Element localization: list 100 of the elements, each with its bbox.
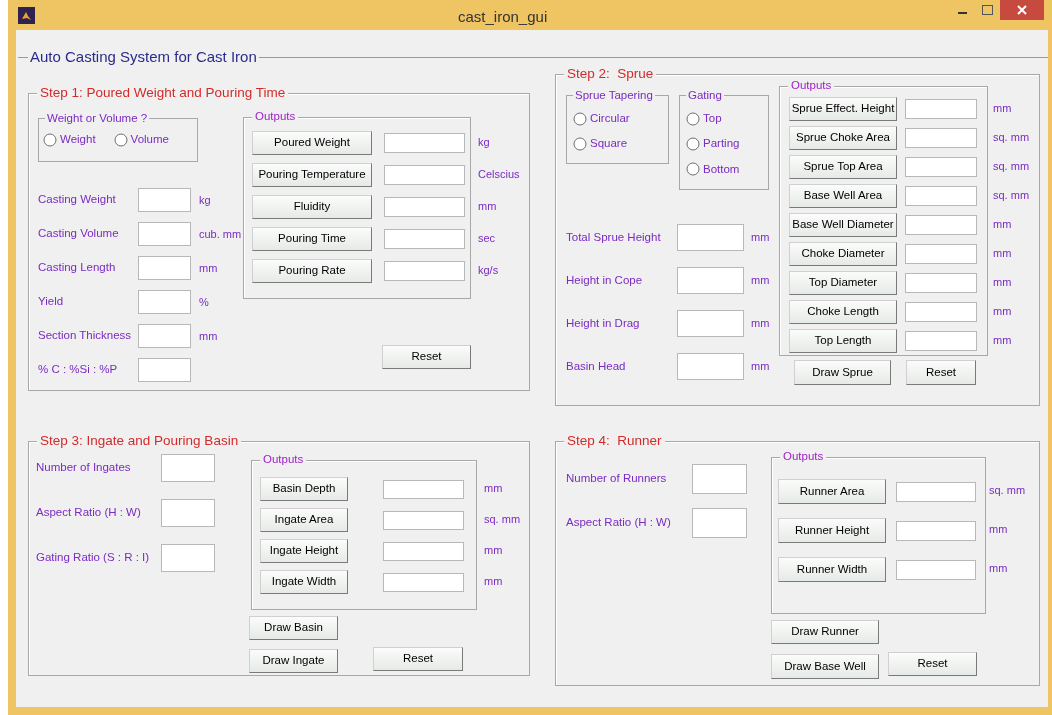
radio-icon[interactable] [573,111,587,126]
input-field[interactable] [161,544,215,572]
input-field[interactable] [677,353,744,380]
radio-option[interactable]: Bottom [686,160,768,178]
output-field[interactable] [905,244,977,264]
input-field[interactable] [138,222,191,246]
unit-label: sq. mm [993,158,1030,174]
input-field[interactable] [138,188,191,212]
push-button[interactable]: Draw Ingate [249,649,338,673]
unit-label: mm [989,522,1008,538]
output-field[interactable] [383,572,464,592]
radio-icon[interactable] [686,136,700,151]
output-field[interactable] [384,229,465,249]
output-field[interactable] [384,133,465,153]
field-label: % C : %Si : %P [38,362,119,378]
unit-label: mm [478,198,497,214]
push-button[interactable]: Ingate Height [260,539,348,563]
input-field[interactable] [138,324,191,348]
output-field[interactable] [905,186,977,206]
push-button[interactable]: Pouring Rate [252,259,372,283]
radio-icon[interactable] [43,132,57,147]
radio-icon[interactable] [573,136,587,151]
push-button[interactable]: Reset [382,345,471,369]
push-button[interactable]: Reset [373,647,463,671]
output-field[interactable] [383,510,464,530]
input-field[interactable] [677,224,744,251]
output-field[interactable] [905,99,977,119]
radio-option[interactable]: Weight [43,131,96,149]
unit-label: cub. mm [199,226,242,242]
push-button[interactable]: Pouring Temperature [252,163,372,187]
push-button[interactable]: Reset [888,652,977,676]
push-button[interactable]: Draw Basin [249,616,338,640]
output-field[interactable] [384,197,465,217]
output-field[interactable] [896,481,976,502]
output-field[interactable] [905,273,977,293]
push-button[interactable]: Sprue Effect. Height [789,97,897,121]
unit-label: % [199,294,209,310]
input-field[interactable] [692,508,747,538]
push-button[interactable]: Draw Base Well [771,654,879,679]
unit-label: mm [993,274,1012,290]
unit-label: sq. mm [989,483,1026,499]
push-button[interactable]: Choke Length [789,300,897,324]
unit-label: mm [199,328,218,344]
radio-option[interactable]: Circular [573,110,668,128]
unit-label: kg [199,192,211,208]
radio-icon[interactable] [686,162,700,177]
field-label: Aspect Ratio (H : W) [566,515,672,531]
output-field[interactable] [905,215,977,235]
unit-label: sq. mm [993,129,1030,145]
unit-label: Celscius [478,166,520,182]
push-button[interactable]: Runner Area [778,479,886,504]
close-icon[interactable] [1000,0,1044,20]
output-field[interactable] [905,302,977,322]
push-button[interactable]: Ingate Area [260,508,348,532]
push-button[interactable]: Draw Runner [771,620,879,644]
push-button[interactable]: Sprue Top Area [789,155,897,179]
output-field[interactable] [384,165,465,185]
unit-label: mm [484,573,503,589]
push-button[interactable]: Top Length [789,329,897,353]
input-field[interactable] [692,464,747,494]
push-button[interactable]: Draw Sprue [794,360,891,385]
field-label: Casting Length [38,260,117,276]
push-button[interactable]: Reset [906,360,976,385]
input-field[interactable] [138,358,191,382]
output-field[interactable] [896,559,976,580]
push-button[interactable]: Choke Diameter [789,242,897,266]
radio-option[interactable]: Parting [686,135,768,153]
push-button[interactable]: Base Well Diameter [789,213,897,237]
push-button[interactable]: Runner Width [778,557,886,582]
push-button[interactable]: Sprue Choke Area [789,126,897,150]
input-field[interactable] [138,256,191,280]
panel-title: Auto Casting System for Cast Iron [28,48,259,66]
push-button[interactable]: Base Well Area [789,184,897,208]
radio-option[interactable]: Top [686,110,768,128]
input-field[interactable] [161,499,215,527]
output-field[interactable] [384,261,465,281]
radio-icon[interactable] [686,111,700,126]
output-field[interactable] [383,541,464,561]
output-field[interactable] [905,128,977,148]
input-field[interactable] [161,454,215,482]
push-button[interactable]: Poured Weight [252,131,372,155]
push-button[interactable]: Ingate Width [260,570,348,594]
field-label: Height in Cope [566,272,644,288]
radio-option[interactable]: Volume [113,131,169,149]
radio-option[interactable]: Square [573,135,668,153]
output-field[interactable] [383,479,464,499]
window-title: cast_iron_gui [458,7,548,27]
push-button[interactable]: Basin Depth [260,477,348,501]
input-field[interactable] [677,310,744,337]
output-field[interactable] [896,520,976,541]
push-button[interactable]: Top Diameter [789,271,897,295]
input-field[interactable] [677,267,744,294]
input-field[interactable] [138,290,191,314]
output-field[interactable] [905,331,977,351]
output-field[interactable] [905,157,977,177]
maximize-icon[interactable] [982,5,993,15]
radio-icon[interactable] [113,132,128,147]
push-button[interactable]: Pouring Time [252,227,372,251]
push-button[interactable]: Runner Height [778,518,886,543]
push-button[interactable]: Fluidity [252,195,372,219]
